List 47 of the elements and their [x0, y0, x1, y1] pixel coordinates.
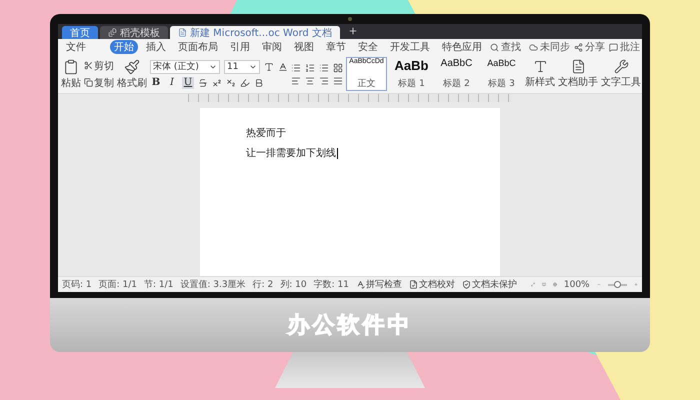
status-item: 页面: 1/1 — [98, 279, 138, 291]
status-item: 字数: 11 — [314, 278, 349, 291]
status-button[interactable]: 拼写检查 — [356, 278, 402, 291]
font-size-field[interactable]: 11 — [224, 60, 260, 74]
document-tab[interactable]: 首页 — [62, 26, 98, 39]
ribbon-tab[interactable]: 审阅 — [258, 40, 286, 54]
font-name-field[interactable]: 宋体 (正文) — [150, 60, 220, 74]
status-item: 页码: 1 — [62, 279, 92, 291]
ribbon-tab[interactable]: 插入 — [142, 40, 170, 54]
status-button[interactable]: 文档未保护 — [462, 278, 517, 291]
ribbon-tab[interactable]: 开发工具 — [386, 40, 434, 54]
toolbar-action[interactable]: 未同步 — [529, 40, 570, 54]
clipboard-button[interactable]: 剪切 — [84, 58, 114, 72]
status-item: 行: 2 — [252, 279, 274, 291]
ribbon-tab[interactable]: 安全 — [354, 40, 382, 54]
text-line: 热爱而于 — [246, 126, 287, 140]
ribbon-tool-button[interactable]: 文字工具 — [601, 59, 641, 89]
underline-button[interactable]: U — [182, 76, 194, 88]
ribbon-tab[interactable]: 引用 — [226, 40, 254, 54]
ribbon-tab[interactable]: 章节 — [322, 40, 350, 54]
status-item: 设置值: 3.3厘米 — [180, 278, 246, 291]
ribbon-tab[interactable]: 开始 — [110, 40, 138, 54]
search-button[interactable]: 查找 — [490, 40, 521, 54]
toolbar-action[interactable]: 分享 — [574, 40, 605, 54]
caption: 办公软件中 — [288, 312, 412, 340]
zoom-percent: 100% — [564, 280, 590, 290]
format-painter-button[interactable]: 格式刷 — [117, 58, 147, 90]
italic-button[interactable]: I — [166, 76, 178, 88]
clipboard-button[interactable]: 复制 — [84, 76, 114, 90]
document-tab[interactable]: 稻壳模板 — [100, 26, 168, 39]
ribbon-tab[interactable]: 特色应用 — [438, 40, 486, 54]
status-button[interactable]: 文档校对 — [408, 278, 455, 291]
paste-button[interactable]: 粘贴 — [61, 58, 81, 90]
style-preset[interactable]: AaBbC 标题 3 — [481, 57, 522, 91]
toolbar-action[interactable]: 批注 — [609, 40, 640, 54]
ribbon-tab[interactable]: 视图 — [290, 40, 318, 54]
ribbon-tool-button[interactable]: 文档助手 — [558, 59, 598, 89]
style-preset[interactable]: AaBb 标题 1 — [391, 57, 432, 91]
file-menu[interactable]: 文件 — [62, 40, 90, 54]
status-item: 节: 1/1 — [144, 278, 174, 291]
style-preset[interactable]: AaBbC 标题 2 — [436, 57, 477, 91]
bold-button[interactable]: B — [150, 76, 162, 88]
document-tab[interactable]: 新建 Microsoft...oc Word 文档 — [170, 26, 340, 39]
ribbon-tool-button[interactable]: 新样式 — [525, 59, 555, 89]
ribbon-tab[interactable]: 页面布局 — [174, 40, 222, 54]
status-item: 列: 10 — [280, 278, 307, 291]
text-line: 让一排需要加下划线 — [246, 146, 339, 160]
